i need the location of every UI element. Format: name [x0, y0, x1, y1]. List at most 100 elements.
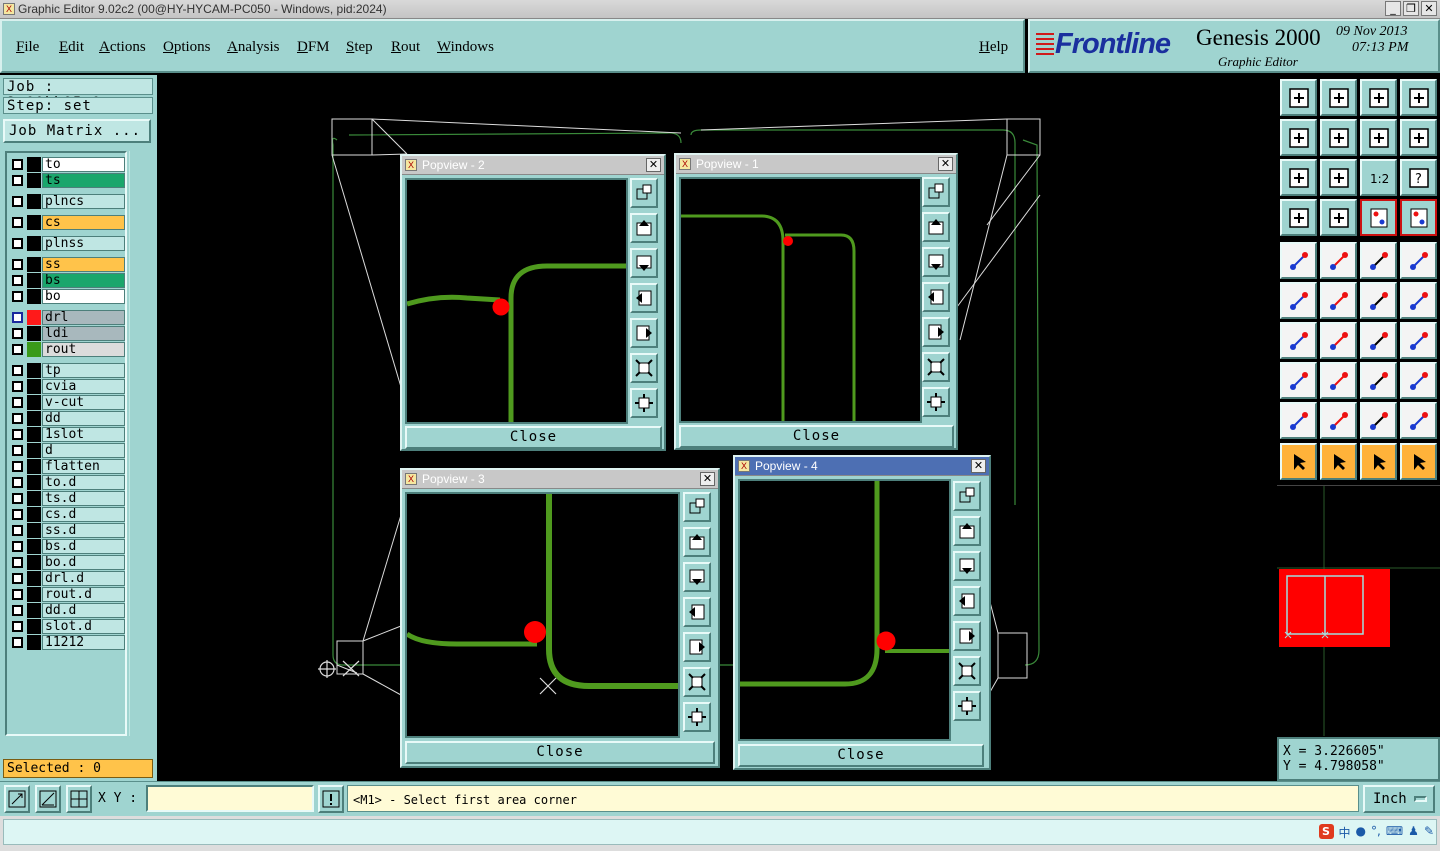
layer-color-swatch[interactable]	[27, 342, 41, 357]
menu-rout[interactable]: Rout	[391, 39, 420, 56]
layer-row[interactable]: v-cut	[9, 395, 125, 410]
layer-color-swatch[interactable]	[27, 427, 41, 442]
move-node-tool-button[interactable]	[1280, 282, 1317, 319]
input-method-icon[interactable]: S	[1318, 824, 1334, 839]
layer-checkbox[interactable]	[12, 477, 23, 488]
grid-button[interactable]	[66, 785, 92, 813]
layer-checkbox[interactable]	[12, 291, 23, 302]
pan-left-button[interactable]	[953, 586, 981, 616]
layer-checkbox[interactable]	[12, 637, 23, 648]
pan-up-button[interactable]	[953, 516, 981, 546]
zoom-fit-button[interactable]	[683, 492, 711, 522]
layer-row[interactable]: ldi	[9, 326, 125, 341]
pan-left-tool-button[interactable]	[1280, 119, 1317, 156]
layer-name[interactable]: rout.d	[42, 587, 125, 602]
menu-options[interactable]: Options	[163, 39, 211, 56]
punctuation-icon[interactable]: °,	[1371, 824, 1381, 841]
chinese-mode-icon[interactable]: 中	[1339, 824, 1351, 841]
layer-checkbox[interactable]	[12, 461, 23, 472]
pan-down-button[interactable]	[630, 248, 658, 278]
layer-name[interactable]: to	[42, 157, 125, 172]
pan-right-tool-button[interactable]	[1320, 119, 1357, 156]
layer-checkbox[interactable]	[12, 413, 23, 424]
layer-name[interactable]: bo	[42, 289, 125, 304]
layer-name[interactable]: bs.d	[42, 539, 125, 554]
zoom-fit-button[interactable]	[922, 177, 950, 207]
layer-checkbox[interactable]	[12, 381, 23, 392]
zoom-in-button[interactable]	[683, 667, 711, 697]
layer-checkbox[interactable]	[12, 429, 23, 440]
layer-row[interactable]: to.d	[9, 475, 125, 490]
layer-color-swatch[interactable]	[27, 157, 41, 172]
layer-name[interactable]: drl.d	[42, 571, 125, 586]
mirror-arch-tool-button[interactable]	[1400, 402, 1437, 439]
layer-color-swatch[interactable]	[27, 236, 41, 251]
user-icon[interactable]: ♟	[1408, 824, 1419, 841]
layer-color-swatch[interactable]	[27, 395, 41, 410]
layer-color-swatch[interactable]	[27, 173, 41, 188]
layer-name[interactable]: plncs	[42, 194, 125, 209]
layer-row[interactable]: drl	[9, 310, 125, 325]
popview-close-icon[interactable]: ✕	[938, 157, 953, 171]
popview-close-icon[interactable]: ✕	[700, 472, 715, 486]
menu-file[interactable]: File	[16, 39, 39, 56]
layer-checkbox[interactable]	[12, 259, 23, 270]
layer-name[interactable]: drl	[42, 310, 125, 325]
pan-up-button[interactable]	[922, 212, 950, 242]
restore-icon[interactable]: ❐	[1403, 1, 1419, 16]
layer-name[interactable]: 11212	[42, 635, 125, 650]
pan-up-button[interactable]	[630, 213, 658, 243]
layer-checkbox[interactable]	[12, 217, 23, 228]
pan-up-tool-button[interactable]	[1280, 79, 1317, 116]
layer-color-swatch[interactable]	[27, 459, 41, 474]
layer-name[interactable]: rout	[42, 342, 125, 357]
pan-down-button[interactable]	[953, 551, 981, 581]
fillet-tool-button[interactable]	[1280, 402, 1317, 439]
layer-row[interactable]: slot.d	[9, 619, 125, 634]
layer-row[interactable]: plnss	[9, 236, 125, 251]
zoom-area-button[interactable]	[4, 785, 30, 813]
rotate-view-tool-button[interactable]	[1360, 119, 1397, 156]
popview-canvas[interactable]	[679, 177, 922, 423]
layer-color-swatch[interactable]	[27, 215, 41, 230]
popview-close-button[interactable]: Close	[405, 426, 662, 449]
layer-name[interactable]: d	[42, 443, 125, 458]
layer-row[interactable]: ss.d	[9, 523, 125, 538]
triangle-tool-button[interactable]	[1320, 402, 1357, 439]
layer-name[interactable]: ss	[42, 257, 125, 272]
layer-color-swatch[interactable]	[27, 539, 41, 554]
layer-row[interactable]: 11212	[9, 635, 125, 650]
zoom-in-button[interactable]	[922, 352, 950, 382]
menu-help[interactable]: Help	[979, 39, 1008, 56]
layer-row[interactable]: ts.d	[9, 491, 125, 506]
menu-actions[interactable]: Actions	[99, 39, 146, 56]
pan-up-button[interactable]	[683, 527, 711, 557]
layer-row[interactable]: 1slot	[9, 427, 125, 442]
select-tool-button[interactable]	[1320, 443, 1357, 480]
dimension-tool-button[interactable]	[1360, 362, 1397, 399]
layer-name[interactable]: 1slot	[42, 427, 125, 442]
menu-windows[interactable]: Windows	[437, 39, 494, 56]
pad-tool-button[interactable]	[1280, 362, 1317, 399]
layer-row[interactable]: dd.d	[9, 603, 125, 618]
layer-color-swatch[interactable]	[27, 194, 41, 209]
layer-row[interactable]: dd	[9, 411, 125, 426]
menu-dfm[interactable]: DFM	[297, 39, 330, 56]
pan-down-button[interactable]	[922, 247, 950, 277]
flip-tool-button[interactable]	[1400, 322, 1437, 359]
add-branch-tool-button[interactable]	[1400, 282, 1437, 319]
pan-left-button[interactable]	[683, 597, 711, 627]
layer-row[interactable]: drl.d	[9, 571, 125, 586]
overview-map[interactable]	[1277, 485, 1440, 736]
layer-name[interactable]: cs.d	[42, 507, 125, 522]
layer-feature-tool-button[interactable]	[1360, 199, 1397, 236]
layer-name[interactable]: v-cut	[42, 395, 125, 410]
pan-right-button[interactable]	[630, 318, 658, 348]
layer-color-swatch[interactable]	[27, 571, 41, 586]
grid-tool-button[interactable]	[1320, 199, 1357, 236]
layer-color-swatch[interactable]	[27, 587, 41, 602]
layer-name[interactable]: ldi	[42, 326, 125, 341]
layer-checkbox[interactable]	[12, 344, 23, 355]
layer-row[interactable]: bs	[9, 273, 125, 288]
home-tool-button[interactable]	[1360, 79, 1397, 116]
